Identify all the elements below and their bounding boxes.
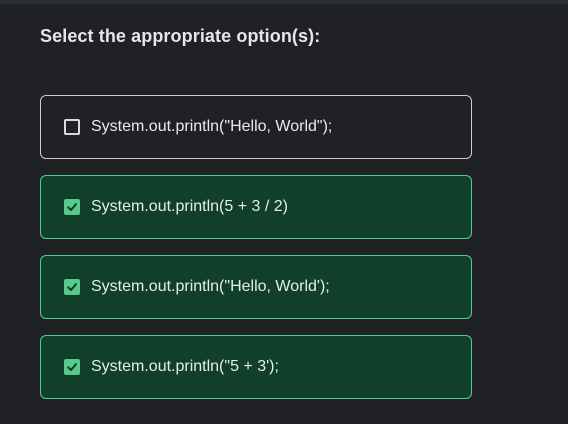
option-2[interactable]: System.out.println(5 + 3 / 2) bbox=[40, 175, 472, 239]
options-list: System.out.println("Hello, World"); Syst… bbox=[40, 95, 472, 415]
question-prompt: Select the appropriate option(s): bbox=[40, 26, 321, 46]
option-label: System.out.println("5 + 3'); bbox=[91, 358, 279, 375]
checkmark-icon bbox=[67, 283, 77, 291]
checkbox-icon[interactable] bbox=[64, 279, 80, 295]
checkmark-icon bbox=[67, 363, 77, 371]
option-label: System.out.println("Hello, World"); bbox=[91, 118, 333, 135]
checkbox-icon[interactable] bbox=[64, 119, 80, 135]
checkbox-icon[interactable] bbox=[64, 359, 80, 375]
option-1[interactable]: System.out.println("Hello, World"); bbox=[40, 95, 472, 159]
option-label: System.out.println("Hello, World'); bbox=[91, 278, 330, 295]
checkbox-icon[interactable] bbox=[64, 199, 80, 215]
option-4[interactable]: System.out.println("5 + 3'); bbox=[40, 335, 472, 399]
option-label: System.out.println(5 + 3 / 2) bbox=[91, 198, 288, 215]
top-bar bbox=[0, 0, 568, 4]
checkmark-icon bbox=[67, 203, 77, 211]
option-3[interactable]: System.out.println("Hello, World'); bbox=[40, 255, 472, 319]
